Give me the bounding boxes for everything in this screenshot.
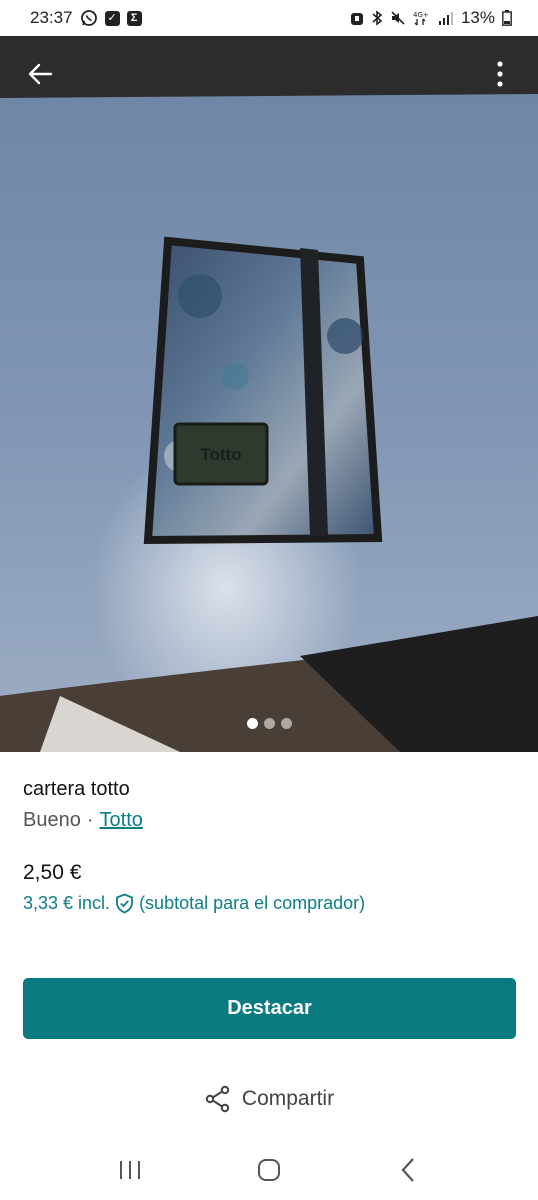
sigma-notification-icon: Σ: [126, 10, 142, 26]
mute-icon: [390, 10, 406, 26]
status-bar: 23:37 ✓ Σ 4G+ 13%: [0, 0, 538, 36]
item-title: cartera totto: [23, 778, 130, 800]
item-condition: Bueno: [23, 809, 81, 831]
more-options-button[interactable]: [478, 52, 522, 96]
status-time: 23:37: [30, 8, 73, 27]
brand-link[interactable]: Totto: [100, 809, 143, 832]
more-vertical-icon: [497, 61, 503, 87]
home-button[interactable]: [239, 1145, 299, 1195]
price-incl-row[interactable]: 3,33 € incl. (subtotal para el comprador…: [23, 893, 365, 914]
price-incl: 3,33 € incl.: [23, 893, 111, 913]
check-notification-icon: ✓: [104, 10, 120, 26]
network-4g-icon: 4G+: [413, 10, 431, 26]
back-button[interactable]: [18, 52, 62, 96]
signal-icon: [438, 11, 454, 25]
alarm-icon: [350, 10, 364, 26]
photo-top-bar: [0, 36, 538, 112]
svg-text:4G+: 4G+: [413, 11, 429, 19]
carousel-indicator: [0, 718, 538, 729]
status-left: 23:37 ✓ Σ: [30, 8, 142, 28]
product-photo[interactable]: Totto: [0, 36, 538, 752]
whatsapp-icon: [80, 9, 98, 27]
back-nav-button[interactable]: [378, 1145, 438, 1195]
chevron-left-icon: [401, 1158, 415, 1182]
separator: ·: [86, 809, 94, 831]
carousel-dot-1[interactable]: [246, 718, 258, 729]
recents-icon: [119, 1161, 140, 1179]
destacar-button[interactable]: Destacar: [23, 978, 516, 1039]
wallet-image: Totto: [143, 236, 383, 545]
carousel-dot-3[interactable]: [280, 718, 292, 729]
share-icon: [205, 1085, 230, 1113]
share-button[interactable]: Compartir: [0, 1085, 538, 1113]
brand-patch-text: Totto: [200, 445, 241, 464]
carousel-dot-2[interactable]: [263, 718, 275, 729]
system-nav-bar: [0, 1140, 538, 1200]
item-price: 2,50 €: [23, 861, 82, 884]
battery-percent: 13%: [460, 8, 495, 27]
status-right: 4G+ 13%: [350, 8, 512, 28]
item-subline: Bueno · Totto: [23, 809, 143, 832]
shield-check-icon: [115, 893, 134, 914]
battery-icon: [502, 10, 512, 26]
bluetooth-icon: [371, 10, 383, 26]
arrow-left-icon: [28, 63, 53, 85]
recents-button[interactable]: [100, 1145, 160, 1195]
home-icon: [257, 1159, 280, 1181]
share-label: Compartir: [241, 1087, 335, 1110]
price-note: (subtotal para el comprador): [139, 893, 366, 913]
